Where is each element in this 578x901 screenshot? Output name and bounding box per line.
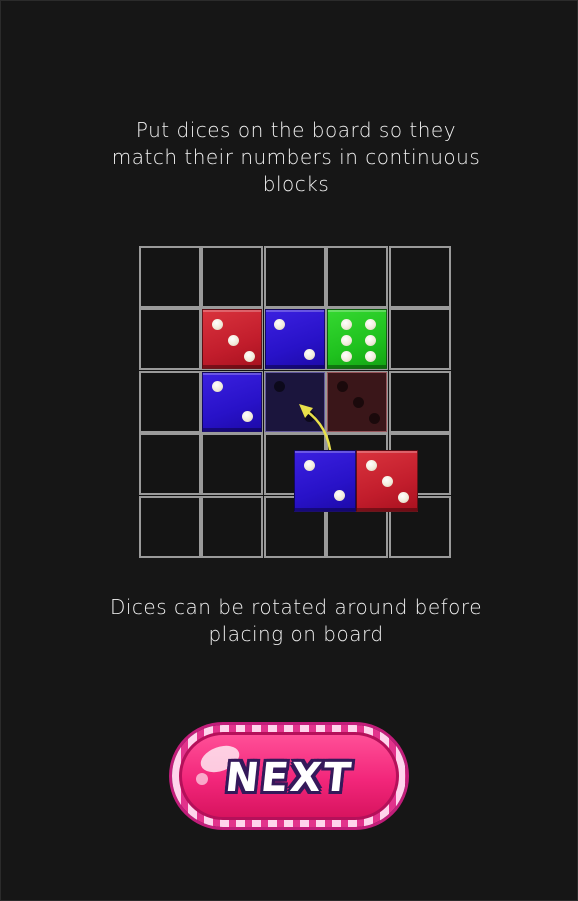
die-pip	[381, 475, 393, 487]
instruction-text-bottom: Dices can be rotated around before placi…	[109, 595, 483, 646]
next-button[interactable]: NEXT	[172, 725, 406, 827]
die-pip	[303, 459, 315, 471]
die-3[interactable]	[356, 450, 418, 512]
board-cell[interactable]	[388, 246, 451, 308]
die-pip	[304, 348, 316, 360]
die-pip	[364, 318, 376, 330]
board-cell[interactable]	[326, 246, 389, 308]
die-pip	[397, 491, 409, 503]
die-pip	[368, 413, 380, 425]
game-screen: Put dices on the board so they match the…	[0, 0, 578, 901]
die-pip	[340, 350, 352, 362]
die-2[interactable]	[294, 450, 356, 512]
die-3[interactable]	[202, 309, 263, 370]
die-pip	[274, 381, 286, 393]
board-cell[interactable]	[139, 495, 201, 558]
board-cell[interactable]	[388, 370, 451, 433]
die-2[interactable]	[264, 309, 325, 370]
die-pip	[340, 318, 352, 330]
die-pip	[241, 411, 253, 423]
die-pip	[274, 318, 286, 330]
board-cell[interactable]	[139, 246, 201, 308]
die-pip	[333, 489, 345, 501]
die-pip	[336, 381, 348, 393]
board-cell[interactable]	[201, 495, 264, 558]
instruction-text-top: Put dices on the board so they match the…	[111, 118, 481, 196]
board-cell[interactable]	[139, 433, 201, 496]
next-button-face: NEXT	[179, 732, 399, 820]
die-pip	[340, 334, 352, 346]
next-button-label: NEXT	[223, 755, 355, 801]
board-cell[interactable]	[139, 370, 201, 433]
die-pip	[352, 397, 364, 409]
die-pip	[364, 350, 376, 362]
board-cell[interactable]	[139, 308, 201, 371]
die-pip	[243, 350, 255, 362]
board-cell[interactable]	[263, 246, 326, 308]
die-pip	[211, 318, 223, 330]
die-2[interactable]	[202, 371, 263, 432]
dragged-piece[interactable]	[294, 449, 418, 512]
board-cell[interactable]	[388, 308, 451, 371]
die-pip	[211, 381, 223, 393]
die-pip	[365, 459, 377, 471]
board-cell[interactable]	[201, 433, 264, 496]
board-cell[interactable]	[201, 246, 264, 308]
die-6[interactable]	[327, 309, 388, 370]
die-pip	[227, 334, 239, 346]
die-pip	[364, 334, 376, 346]
